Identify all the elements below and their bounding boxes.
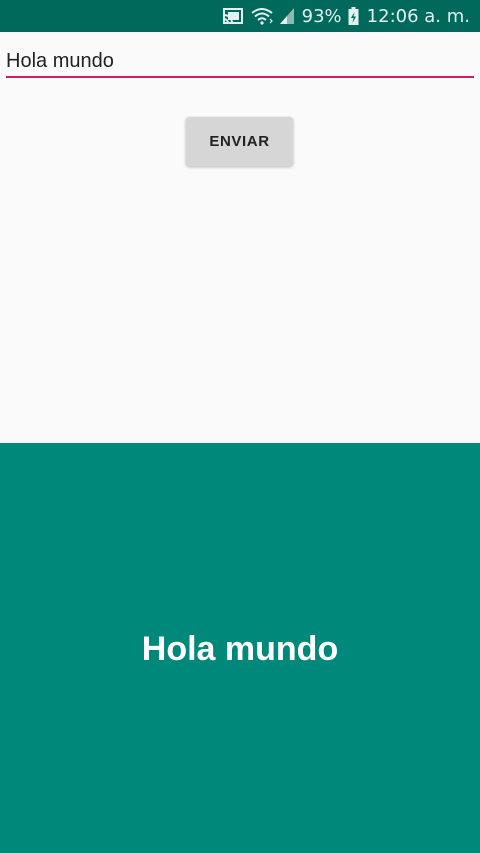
message-input[interactable] [6, 46, 474, 78]
send-button[interactable]: ENVIAR [186, 117, 293, 166]
wifi-icon [250, 7, 274, 25]
result-panel: Hola mundo [0, 443, 480, 853]
status-clock: 12:06 a. m. [366, 5, 470, 27]
signal-icon [279, 8, 294, 24]
battery-percentage: 93% [301, 5, 342, 27]
status-icons: 93% 12:06 a. m. [222, 0, 470, 32]
result-text: Hola mundo [141, 630, 339, 668]
cast-icon [222, 7, 244, 25]
battery-charging-icon [348, 7, 359, 25]
app-screen: 93% 12:06 a. m. ENVIAR Hola mundo [0, 0, 480, 853]
status-bar: 93% 12:06 a. m. [0, 0, 480, 32]
